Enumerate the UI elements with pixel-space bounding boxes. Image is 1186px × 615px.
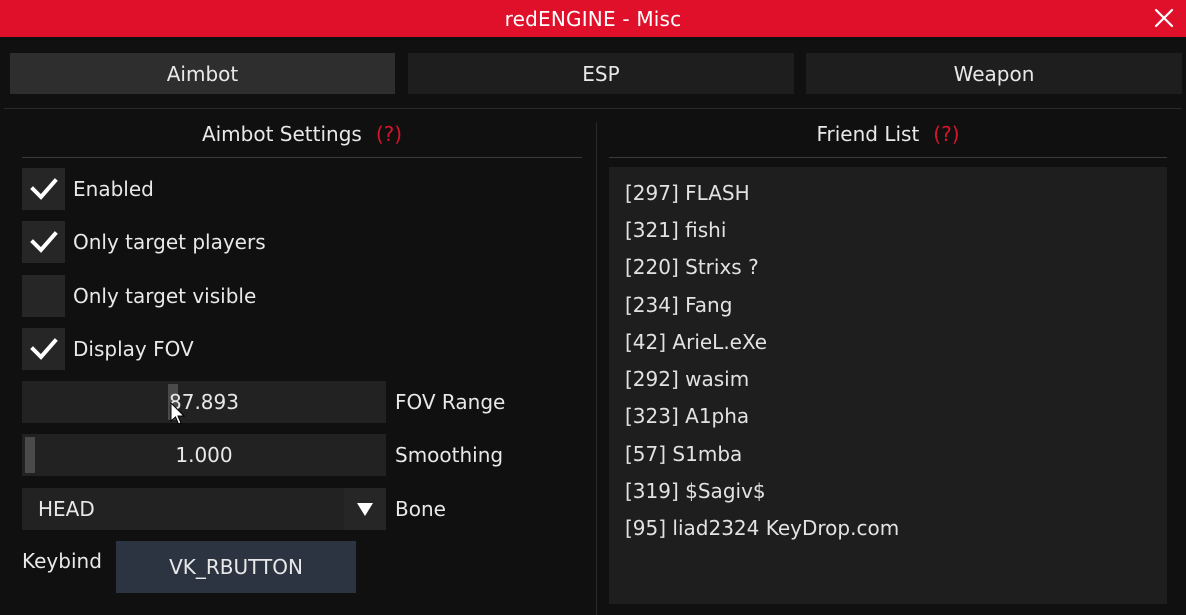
triangle-down-icon (357, 503, 373, 516)
title-bar: redENGINE - Misc (0, 0, 1186, 37)
smoothing-label: Smoothing (395, 443, 504, 467)
fov-range-label: FOV Range (395, 390, 506, 414)
aimbot-help-icon[interactable]: (?) (376, 122, 402, 146)
friend-list-help-icon[interactable]: (?) (933, 122, 959, 146)
bone-select-button[interactable] (344, 488, 386, 530)
checkmark-icon (29, 231, 58, 253)
only-target-visible-label: Only target visible (73, 284, 257, 308)
friend-list-item[interactable]: [234] Fang (609, 286, 1167, 323)
friend-list-item[interactable]: [321] fishi (609, 211, 1167, 248)
only-target-players-checkbox[interactable] (22, 221, 65, 263)
friend-list-item[interactable]: [95] liad2324 KeyDrop.com (609, 510, 1167, 547)
display-fov-checkbox[interactable] (22, 328, 65, 370)
smoothing-slider[interactable]: 1.000 (22, 434, 386, 476)
friend-list[interactable]: [297] FLASH [321] fishi [220] Strixs ? [… (609, 167, 1167, 604)
enabled-checkbox-row[interactable]: Enabled (22, 168, 154, 210)
app-window: redENGINE - Misc Aimbot ESP Weapon Aimbo… (0, 0, 1186, 615)
checkmark-icon (29, 338, 58, 360)
friend-list-header: Friend List (?) (609, 120, 1167, 148)
display-fov-row[interactable]: Display FOV (22, 328, 194, 370)
window-title: redENGINE - Misc (504, 6, 682, 31)
fov-range-slider[interactable]: 87.893 (22, 381, 386, 423)
checkmark-icon (29, 178, 58, 200)
bone-row: HEAD Bone (22, 488, 446, 530)
enabled-label: Enabled (73, 177, 154, 201)
tab-esp[interactable]: ESP (408, 53, 794, 94)
aimbot-settings-divider (22, 157, 582, 158)
smoothing-row: 1.000 Smoothing (22, 434, 503, 476)
only-target-visible-checkbox[interactable] (22, 275, 65, 317)
mouse-cursor-icon (170, 402, 186, 425)
tab-aimbot[interactable]: Aimbot (10, 53, 395, 94)
keybind-label: Keybind (22, 549, 102, 573)
friend-list-item[interactable]: [323] A1pha (609, 398, 1167, 435)
keybind-button[interactable]: VK_RBUTTON (116, 541, 356, 593)
friend-list-item[interactable]: [220] Strixs ? (609, 249, 1167, 286)
bone-select-value: HEAD (22, 488, 344, 530)
only-target-visible-row[interactable]: Only target visible (22, 275, 256, 317)
friend-list-divider (609, 157, 1167, 158)
tabs-divider (4, 108, 1182, 109)
only-target-players-label: Only target players (73, 230, 266, 254)
friend-list-item[interactable]: [297] FLASH (609, 174, 1167, 211)
friend-list-item[interactable]: [42] ArieL.eXe (609, 323, 1167, 360)
bone-label: Bone (395, 497, 446, 521)
smoothing-slider-grab[interactable] (25, 437, 35, 473)
tab-bar: Aimbot ESP Weapon (10, 53, 1182, 94)
only-target-players-row[interactable]: Only target players (22, 221, 266, 263)
tab-weapon[interactable]: Weapon (806, 53, 1182, 94)
enabled-checkbox[interactable] (22, 168, 65, 210)
smoothing-value: 1.000 (175, 443, 233, 467)
friend-list-item[interactable]: [319] $Sagiv$ (609, 472, 1167, 509)
friend-list-item[interactable]: [57] S1mba (609, 435, 1167, 472)
friend-list-title: Friend List (816, 122, 920, 146)
aimbot-settings-title: Aimbot Settings (201, 122, 362, 146)
aimbot-settings-header: Aimbot Settings (?) (22, 120, 582, 148)
bone-select[interactable]: HEAD (22, 488, 386, 530)
friend-list-item[interactable]: [292] wasim (609, 360, 1167, 397)
fov-range-row: 87.893 FOV Range (22, 381, 505, 423)
column-divider (596, 122, 597, 615)
close-icon[interactable] (1152, 6, 1176, 30)
display-fov-label: Display FOV (73, 337, 194, 361)
